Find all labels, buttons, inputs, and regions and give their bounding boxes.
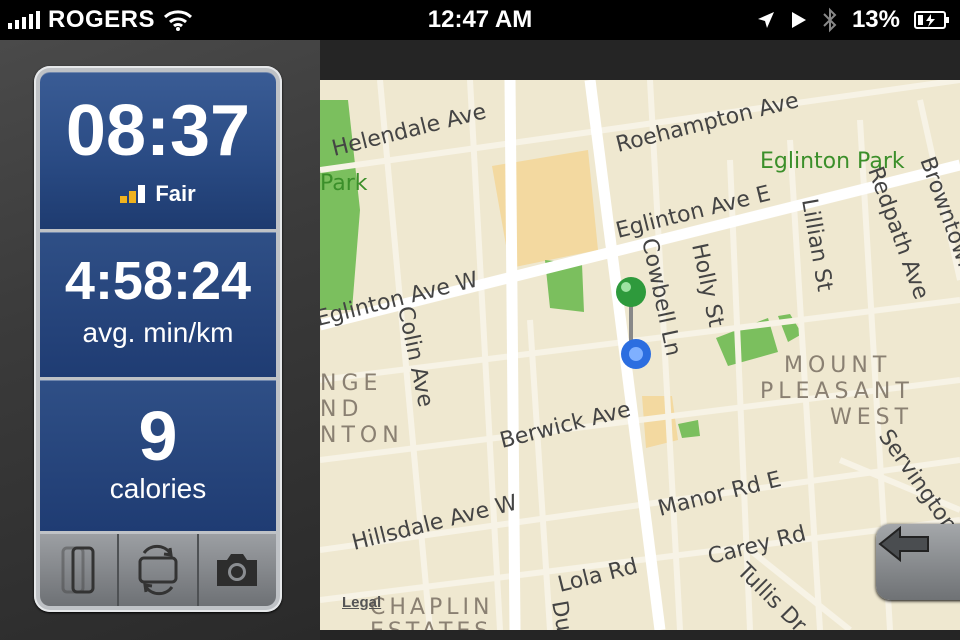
area-label: NTON <box>320 423 404 448</box>
stats-panel: 08:37 Fair 4:58:24 avg. min/km 9 calorie… <box>0 40 320 640</box>
current-location-icon <box>621 339 651 369</box>
gps-signal-icon <box>120 185 146 203</box>
park-area-tiny <box>678 420 700 438</box>
battery-percent: 13% <box>851 6 900 33</box>
street-label: Lillian St <box>796 197 837 294</box>
pace-card: 4:58:24 avg. min/km <box>40 232 276 377</box>
lock-screen-button[interactable] <box>40 534 120 606</box>
area-label: NGE <box>320 371 382 396</box>
switch-view-icon <box>138 544 178 596</box>
street-label: Holly St <box>686 241 728 330</box>
bluetooth-icon <box>823 7 837 33</box>
calories-card: 9 calories <box>40 380 276 531</box>
switch-view-button[interactable] <box>119 534 199 606</box>
duration-value: 08:37 <box>65 91 251 171</box>
street-label: Colin Ave <box>392 304 438 409</box>
map-header-bar <box>320 40 960 80</box>
camera-button[interactable] <box>198 534 276 606</box>
camera-icon <box>217 554 258 586</box>
area-label: ESTATES <box>370 619 492 630</box>
play-icon <box>791 12 806 28</box>
area-label: WEST <box>830 405 913 430</box>
map-footer-bar <box>320 630 960 640</box>
pace-unit: avg. min/km <box>82 317 234 348</box>
back-button[interactable] <box>876 524 960 600</box>
area-label: ND <box>320 397 363 422</box>
lock-screen-icon <box>61 546 95 594</box>
stats-frame: 08:37 Fair 4:58:24 avg. min/km 9 calorie… <box>34 66 282 612</box>
gps-strength: Fair <box>40 181 276 207</box>
area-label: CHAPLIN <box>370 595 493 620</box>
calories-unit: calories <box>109 473 207 504</box>
back-arrow-icon <box>878 525 929 563</box>
area-label: PLEASANT <box>760 379 914 404</box>
route-map[interactable]: Helendale Ave Roehampton Ave Eglinton Pa… <box>320 80 960 630</box>
battery-charging-icon <box>914 11 949 29</box>
calories-value: 9 <box>138 397 178 475</box>
park-label: Park <box>320 171 368 196</box>
gps-label: Fair <box>155 181 196 206</box>
street-label: Manor Rd E <box>655 467 783 522</box>
street-label: Lola Rd <box>555 554 640 598</box>
street-label: Du <box>546 599 576 630</box>
duration-card: 08:37 Fair <box>40 72 276 229</box>
map-canvas: Helendale Ave Roehampton Ave Eglinton Pa… <box>320 80 960 630</box>
status-bar: ROGERS 12:47 AM 13% <box>0 0 960 40</box>
area-label: MOUNT <box>784 353 891 378</box>
toolbar <box>40 534 276 606</box>
street-label: Carey Rd <box>705 521 808 569</box>
pace-value: 4:58:24 <box>64 251 252 311</box>
location-arrow-icon <box>757 12 774 28</box>
legal-link[interactable]: Legal <box>342 594 381 611</box>
